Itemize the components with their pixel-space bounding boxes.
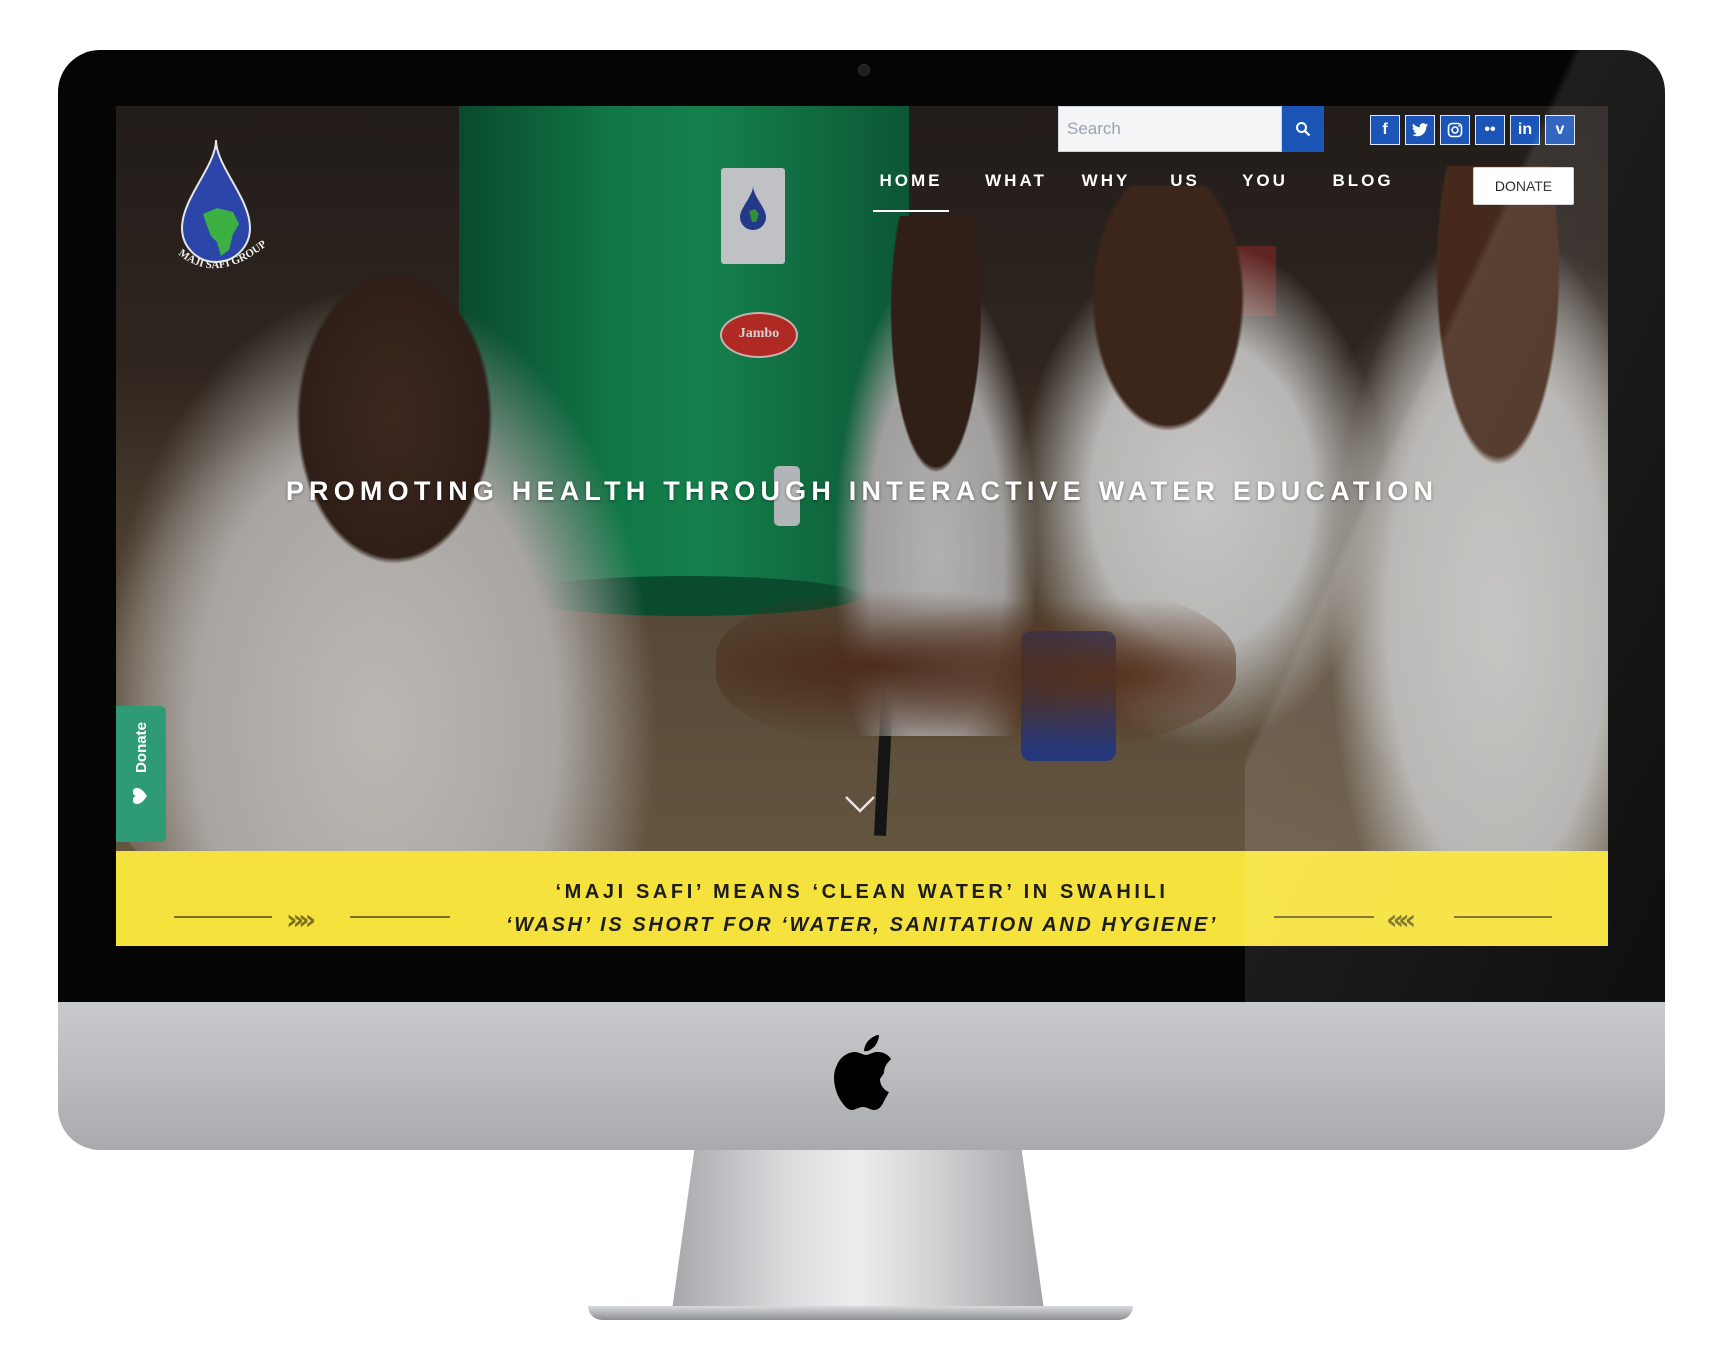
banner-arrows-right: «« [1386,903,1416,936]
donate-tab-label: Donate [132,721,150,773]
info-banner: »» ‘MAJI SAFI’ MEANS ‘CLEAN WATER’ IN SW… [116,851,1608,946]
donate-button[interactable]: DONATE [1473,167,1574,205]
imac-stand-base [588,1306,1133,1320]
linkedin-icon[interactable]: in [1510,115,1540,145]
search-button[interactable] [1282,106,1324,152]
search-input[interactable]: Search [1058,106,1282,152]
nav-item-why[interactable]: WHY [1074,166,1138,196]
nav-active-indicator [873,210,949,212]
imac-stand [672,1150,1044,1310]
chevron-down-icon[interactable] [843,793,877,815]
maji-safi-logo[interactable]: MAJI SAFI GROUP [170,136,280,296]
banner-divider-right-2 [1274,916,1374,918]
twitter-bird-icon [1412,123,1428,137]
vimeo-icon[interactable]: v [1545,115,1575,145]
instagram-icon[interactable] [1440,115,1470,145]
nav-item-you[interactable]: YOU [1233,166,1297,196]
facebook-icon[interactable]: f [1370,115,1400,145]
camera-icon [858,64,870,76]
flickr-icon[interactable]: •• [1475,115,1505,145]
banner-line-2: ‘WASH’ IS SHORT FOR ‘WATER, SANITATION A… [506,914,1218,936]
banner-divider-right [1454,916,1552,918]
nav-item-us[interactable]: US [1162,166,1208,196]
search-icon [1296,122,1311,137]
nav-item-what[interactable]: WHAT [978,166,1054,196]
hero-title: PROMOTING HEALTH THROUGH INTERACTIVE WAT… [285,476,1439,506]
apple-logo-icon [834,1035,891,1110]
twitter-icon[interactable] [1405,115,1435,145]
donate-side-tab[interactable]: Donate [116,706,166,842]
banner-line-1: ‘MAJI SAFI’ MEANS ‘CLEAN WATER’ IN SWAHI… [555,881,1169,903]
nav-item-home[interactable]: HOME [873,166,949,196]
website-screen: Jambo MAJI SAFI GROUP Search f •• in v H… [116,106,1608,946]
heart-icon [133,787,147,804]
nav-item-blog[interactable]: BLOG [1324,166,1402,196]
instagram-glyph-icon [1447,122,1463,138]
